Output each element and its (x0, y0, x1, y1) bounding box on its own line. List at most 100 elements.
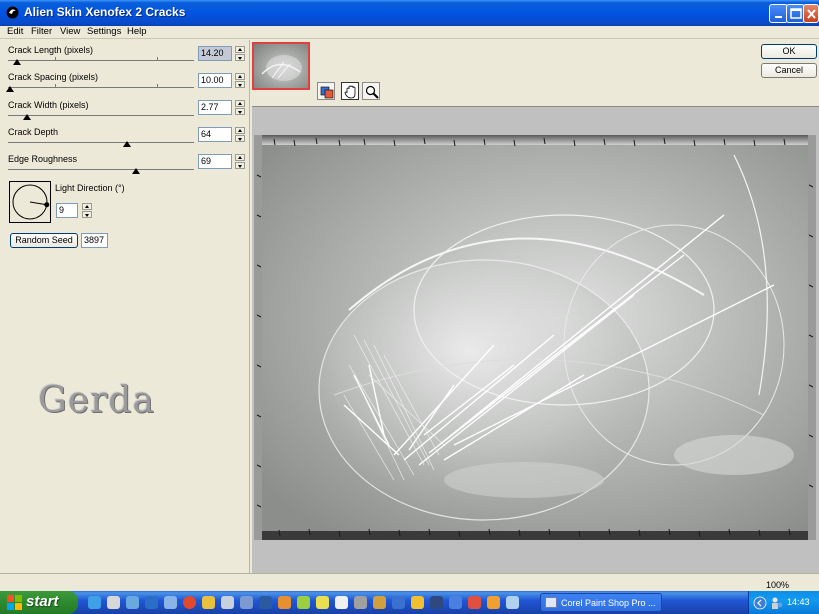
close-button[interactable] (803, 4, 819, 23)
crack-spacing-input[interactable]: 10.00 (198, 73, 232, 88)
windows-logo-icon (7, 595, 22, 610)
edge-roughness-slider-thumb[interactable] (132, 168, 141, 174)
spin-up-icon[interactable] (235, 127, 245, 134)
zoom-tool-button[interactable] (362, 82, 380, 100)
slider-tick (157, 84, 158, 87)
quicklaunch-blue-icon[interactable] (506, 596, 519, 609)
menu-view[interactable]: View (60, 26, 80, 37)
quicklaunch-green-icon[interactable] (297, 596, 310, 609)
navigator-thumbnail[interactable] (252, 42, 310, 90)
menu-settings[interactable]: Settings (87, 26, 121, 37)
crack-depth-track[interactable] (8, 142, 194, 143)
quicklaunch-folder-icon[interactable] (126, 596, 139, 609)
edge-roughness-label: Edge Roughness (8, 154, 78, 164)
edge-roughness-stepper[interactable] (235, 154, 245, 169)
spin-up-icon[interactable] (235, 73, 245, 80)
menu-help[interactable]: Help (127, 26, 147, 37)
spin-up-icon[interactable] (82, 203, 92, 210)
crack-length-track[interactable] (8, 60, 194, 61)
quicklaunch-desktop-icon[interactable] (107, 596, 120, 609)
close-icon (807, 9, 816, 19)
quicklaunch-pdf-icon[interactable] (468, 596, 481, 609)
random-seed-button[interactable]: Random Seed (10, 233, 78, 248)
slider-tick (55, 84, 56, 87)
slider-tick (157, 57, 158, 60)
quicklaunch-star-icon[interactable] (411, 596, 424, 609)
spin-up-icon[interactable] (235, 100, 245, 107)
quicklaunch-word-icon[interactable] (449, 596, 462, 609)
status-bar: 100% (0, 573, 819, 591)
spin-up-icon[interactable] (235, 154, 245, 161)
menu-filter[interactable]: Filter (31, 26, 52, 37)
hand-icon (344, 85, 356, 99)
crack-spacing-track[interactable] (8, 87, 194, 88)
crack-length-stepper[interactable] (235, 46, 245, 61)
crack-length-label: Crack Length (pixels) (8, 45, 94, 55)
light-direction-stepper[interactable] (82, 203, 92, 218)
spin-down-icon[interactable] (235, 108, 245, 115)
magnifier-icon (365, 85, 379, 99)
quicklaunch-app-icon[interactable] (221, 596, 234, 609)
edge-roughness-input[interactable]: 69 (198, 154, 232, 169)
light-direction-input[interactable]: 9 (56, 203, 78, 218)
crack-spacing-slider-thumb[interactable] (5, 86, 14, 92)
zoom-level: 100% (766, 580, 790, 590)
preview-image[interactable] (254, 135, 816, 540)
light-direction-dial[interactable] (9, 181, 51, 223)
paintshop-icon (545, 597, 557, 608)
network-tray-icon[interactable] (770, 596, 784, 610)
system-tray: 14:43 (748, 591, 819, 614)
spin-down-icon[interactable] (235, 162, 245, 169)
quicklaunch-tool-icon[interactable] (240, 596, 253, 609)
crack-spacing-label: Crack Spacing (pixels) (8, 72, 99, 82)
crack-depth-input[interactable]: 64 (198, 127, 232, 142)
quicklaunch-psp-icon[interactable] (259, 596, 272, 609)
crack-width-slider-thumb[interactable] (22, 114, 31, 120)
quicklaunch-yellow-icon[interactable] (202, 596, 215, 609)
crack-width-label: Crack Width (pixels) (8, 100, 89, 110)
light-direction-label: Light Direction (°) (55, 183, 125, 193)
spin-up-icon[interactable] (235, 46, 245, 53)
clock: 14:43 (787, 597, 810, 607)
crack-width-input[interactable]: 2.77 (198, 100, 232, 115)
crack-length-slider-thumb[interactable] (13, 59, 22, 65)
crack-depth-stepper[interactable] (235, 127, 245, 142)
compare-tool-button[interactable] (317, 82, 335, 100)
quicklaunch-note-icon[interactable] (316, 596, 329, 609)
quicklaunch-orange-icon[interactable] (487, 596, 500, 609)
taskbar-item-paintshop[interactable]: Corel Paint Shop Pro ... (540, 593, 662, 612)
quicklaunch-dark-icon[interactable] (430, 596, 443, 609)
spin-down-icon[interactable] (235, 54, 245, 61)
spin-down-icon[interactable] (82, 211, 92, 218)
quicklaunch-media-icon[interactable] (145, 596, 158, 609)
quicklaunch-hammer-icon[interactable] (373, 596, 386, 609)
crack-spacing-stepper[interactable] (235, 73, 245, 88)
menu-edit[interactable]: Edit (7, 26, 23, 37)
quicklaunch-window-icon[interactable] (392, 596, 405, 609)
spin-down-icon[interactable] (235, 135, 245, 142)
crack-width-track[interactable] (8, 115, 194, 116)
quicklaunch-network-icon[interactable] (164, 596, 177, 609)
start-button[interactable]: start (0, 591, 78, 614)
crack-depth-label: Crack Depth (8, 127, 59, 137)
ok-button[interactable]: OK (761, 44, 817, 59)
navigator-area (251, 40, 819, 106)
tray-arrow-icon[interactable] (753, 596, 767, 610)
slider-tick (55, 57, 56, 60)
quicklaunch-doc-icon[interactable] (335, 596, 348, 609)
random-seed-value[interactable]: 3897 (81, 233, 108, 248)
hand-tool-button[interactable] (341, 82, 359, 100)
title-bar[interactable]: Alien Skin Xenofex 2 Cracks (0, 0, 819, 26)
spin-down-icon[interactable] (235, 81, 245, 88)
edge-roughness-track[interactable] (8, 169, 194, 170)
quicklaunch-red-icon[interactable] (183, 596, 196, 609)
signature-watermark: Gerda (38, 380, 155, 421)
crack-length-input[interactable]: 14.20 (198, 46, 232, 61)
taskbar-item-label: Corel Paint Shop Pro ... (561, 598, 656, 608)
quicklaunch-ie-icon[interactable] (88, 596, 101, 609)
cancel-button[interactable]: Cancel (761, 63, 817, 78)
quicklaunch-firefox-icon[interactable] (278, 596, 291, 609)
crack-depth-slider-thumb[interactable] (123, 141, 132, 147)
crack-width-stepper[interactable] (235, 100, 245, 115)
quicklaunch-gray-icon[interactable] (354, 596, 367, 609)
